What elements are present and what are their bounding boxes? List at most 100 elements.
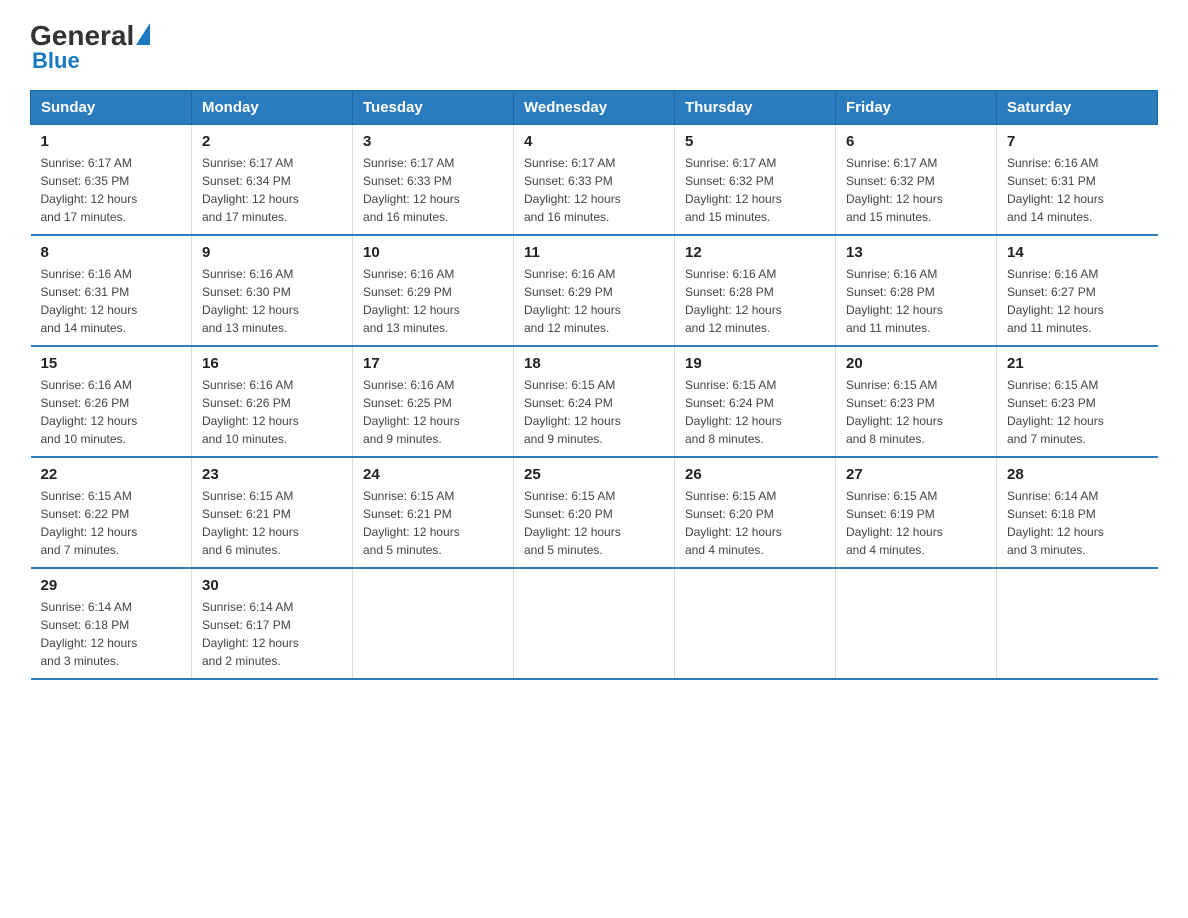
day-number: 10: [363, 244, 503, 261]
calendar-cell: 6 Sunrise: 6:17 AMSunset: 6:32 PMDayligh…: [836, 125, 997, 236]
day-info: Sunrise: 6:15 AMSunset: 6:19 PMDaylight:…: [846, 489, 943, 557]
day-info: Sunrise: 6:16 AMSunset: 6:26 PMDaylight:…: [41, 378, 138, 446]
day-number: 17: [363, 355, 503, 372]
day-number: 29: [41, 577, 182, 594]
header-day-friday: Friday: [836, 91, 997, 125]
header-day-thursday: Thursday: [675, 91, 836, 125]
header-day-wednesday: Wednesday: [514, 91, 675, 125]
header-day-sunday: Sunday: [31, 91, 192, 125]
day-number: 7: [1007, 133, 1148, 150]
day-info: Sunrise: 6:15 AMSunset: 6:24 PMDaylight:…: [524, 378, 621, 446]
calendar-cell: 23 Sunrise: 6:15 AMSunset: 6:21 PMDaylig…: [192, 457, 353, 568]
day-info: Sunrise: 6:17 AMSunset: 6:32 PMDaylight:…: [685, 156, 782, 224]
day-info: Sunrise: 6:16 AMSunset: 6:27 PMDaylight:…: [1007, 267, 1104, 335]
page-header: General Blue: [30, 20, 1158, 74]
day-number: 3: [363, 133, 503, 150]
day-info: Sunrise: 6:17 AMSunset: 6:35 PMDaylight:…: [41, 156, 138, 224]
day-number: 22: [41, 466, 182, 483]
day-info: Sunrise: 6:15 AMSunset: 6:23 PMDaylight:…: [1007, 378, 1104, 446]
calendar-cell: 21 Sunrise: 6:15 AMSunset: 6:23 PMDaylig…: [997, 346, 1158, 457]
calendar-cell: 29 Sunrise: 6:14 AMSunset: 6:18 PMDaylig…: [31, 568, 192, 679]
calendar-cell: 18 Sunrise: 6:15 AMSunset: 6:24 PMDaylig…: [514, 346, 675, 457]
day-number: 2: [202, 133, 342, 150]
day-info: Sunrise: 6:16 AMSunset: 6:29 PMDaylight:…: [363, 267, 460, 335]
calendar-cell: 2 Sunrise: 6:17 AMSunset: 6:34 PMDayligh…: [192, 125, 353, 236]
day-number: 14: [1007, 244, 1148, 261]
calendar-cell: 24 Sunrise: 6:15 AMSunset: 6:21 PMDaylig…: [353, 457, 514, 568]
header-day-monday: Monday: [192, 91, 353, 125]
day-info: Sunrise: 6:14 AMSunset: 6:18 PMDaylight:…: [1007, 489, 1104, 557]
day-info: Sunrise: 6:16 AMSunset: 6:26 PMDaylight:…: [202, 378, 299, 446]
logo-blue-text: Blue: [32, 48, 80, 74]
calendar-cell: 16 Sunrise: 6:16 AMSunset: 6:26 PMDaylig…: [192, 346, 353, 457]
day-info: Sunrise: 6:15 AMSunset: 6:20 PMDaylight:…: [524, 489, 621, 557]
calendar-cell: 11 Sunrise: 6:16 AMSunset: 6:29 PMDaylig…: [514, 235, 675, 346]
day-number: 28: [1007, 466, 1148, 483]
calendar-cell: 22 Sunrise: 6:15 AMSunset: 6:22 PMDaylig…: [31, 457, 192, 568]
calendar-header: SundayMondayTuesdayWednesdayThursdayFrid…: [31, 91, 1158, 125]
day-info: Sunrise: 6:16 AMSunset: 6:29 PMDaylight:…: [524, 267, 621, 335]
day-info: Sunrise: 6:16 AMSunset: 6:28 PMDaylight:…: [685, 267, 782, 335]
day-info: Sunrise: 6:17 AMSunset: 6:32 PMDaylight:…: [846, 156, 943, 224]
calendar-cell: 8 Sunrise: 6:16 AMSunset: 6:31 PMDayligh…: [31, 235, 192, 346]
calendar-body: 1 Sunrise: 6:17 AMSunset: 6:35 PMDayligh…: [31, 125, 1158, 680]
header-day-tuesday: Tuesday: [353, 91, 514, 125]
day-info: Sunrise: 6:16 AMSunset: 6:31 PMDaylight:…: [41, 267, 138, 335]
calendar-cell: 25 Sunrise: 6:15 AMSunset: 6:20 PMDaylig…: [514, 457, 675, 568]
day-info: Sunrise: 6:15 AMSunset: 6:21 PMDaylight:…: [202, 489, 299, 557]
calendar-cell: 19 Sunrise: 6:15 AMSunset: 6:24 PMDaylig…: [675, 346, 836, 457]
day-number: 21: [1007, 355, 1148, 372]
calendar-cell: 12 Sunrise: 6:16 AMSunset: 6:28 PMDaylig…: [675, 235, 836, 346]
calendar-cell: [836, 568, 997, 679]
day-info: Sunrise: 6:16 AMSunset: 6:31 PMDaylight:…: [1007, 156, 1104, 224]
day-info: Sunrise: 6:15 AMSunset: 6:24 PMDaylight:…: [685, 378, 782, 446]
calendar-cell: 5 Sunrise: 6:17 AMSunset: 6:32 PMDayligh…: [675, 125, 836, 236]
day-info: Sunrise: 6:15 AMSunset: 6:21 PMDaylight:…: [363, 489, 460, 557]
calendar-cell: [353, 568, 514, 679]
day-number: 13: [846, 244, 986, 261]
day-number: 5: [685, 133, 825, 150]
day-number: 25: [524, 466, 664, 483]
calendar-cell: 1 Sunrise: 6:17 AMSunset: 6:35 PMDayligh…: [31, 125, 192, 236]
calendar-cell: 15 Sunrise: 6:16 AMSunset: 6:26 PMDaylig…: [31, 346, 192, 457]
header-day-saturday: Saturday: [997, 91, 1158, 125]
week-row-3: 15 Sunrise: 6:16 AMSunset: 6:26 PMDaylig…: [31, 346, 1158, 457]
calendar-cell: 20 Sunrise: 6:15 AMSunset: 6:23 PMDaylig…: [836, 346, 997, 457]
calendar-table: SundayMondayTuesdayWednesdayThursdayFrid…: [30, 90, 1158, 680]
day-info: Sunrise: 6:17 AMSunset: 6:33 PMDaylight:…: [524, 156, 621, 224]
header-row: SundayMondayTuesdayWednesdayThursdayFrid…: [31, 91, 1158, 125]
day-number: 19: [685, 355, 825, 372]
logo-triangle-icon: [136, 23, 150, 45]
calendar-cell: 26 Sunrise: 6:15 AMSunset: 6:20 PMDaylig…: [675, 457, 836, 568]
calendar-cell: 13 Sunrise: 6:16 AMSunset: 6:28 PMDaylig…: [836, 235, 997, 346]
week-row-4: 22 Sunrise: 6:15 AMSunset: 6:22 PMDaylig…: [31, 457, 1158, 568]
calendar-cell: 17 Sunrise: 6:16 AMSunset: 6:25 PMDaylig…: [353, 346, 514, 457]
week-row-2: 8 Sunrise: 6:16 AMSunset: 6:31 PMDayligh…: [31, 235, 1158, 346]
day-number: 18: [524, 355, 664, 372]
day-number: 24: [363, 466, 503, 483]
day-info: Sunrise: 6:16 AMSunset: 6:25 PMDaylight:…: [363, 378, 460, 446]
day-number: 1: [41, 133, 182, 150]
calendar-cell: 4 Sunrise: 6:17 AMSunset: 6:33 PMDayligh…: [514, 125, 675, 236]
calendar-cell: 30 Sunrise: 6:14 AMSunset: 6:17 PMDaylig…: [192, 568, 353, 679]
day-number: 12: [685, 244, 825, 261]
day-number: 8: [41, 244, 182, 261]
logo: General Blue: [30, 20, 150, 74]
calendar-cell: 28 Sunrise: 6:14 AMSunset: 6:18 PMDaylig…: [997, 457, 1158, 568]
day-info: Sunrise: 6:14 AMSunset: 6:17 PMDaylight:…: [202, 600, 299, 668]
day-number: 16: [202, 355, 342, 372]
calendar-cell: 3 Sunrise: 6:17 AMSunset: 6:33 PMDayligh…: [353, 125, 514, 236]
calendar-cell: [997, 568, 1158, 679]
day-number: 23: [202, 466, 342, 483]
calendar-cell: 9 Sunrise: 6:16 AMSunset: 6:30 PMDayligh…: [192, 235, 353, 346]
calendar-cell: 27 Sunrise: 6:15 AMSunset: 6:19 PMDaylig…: [836, 457, 997, 568]
calendar-cell: [514, 568, 675, 679]
day-number: 20: [846, 355, 986, 372]
day-info: Sunrise: 6:17 AMSunset: 6:33 PMDaylight:…: [363, 156, 460, 224]
day-number: 15: [41, 355, 182, 372]
day-info: Sunrise: 6:15 AMSunset: 6:20 PMDaylight:…: [685, 489, 782, 557]
day-number: 4: [524, 133, 664, 150]
day-number: 11: [524, 244, 664, 261]
calendar-cell: 7 Sunrise: 6:16 AMSunset: 6:31 PMDayligh…: [997, 125, 1158, 236]
day-number: 26: [685, 466, 825, 483]
